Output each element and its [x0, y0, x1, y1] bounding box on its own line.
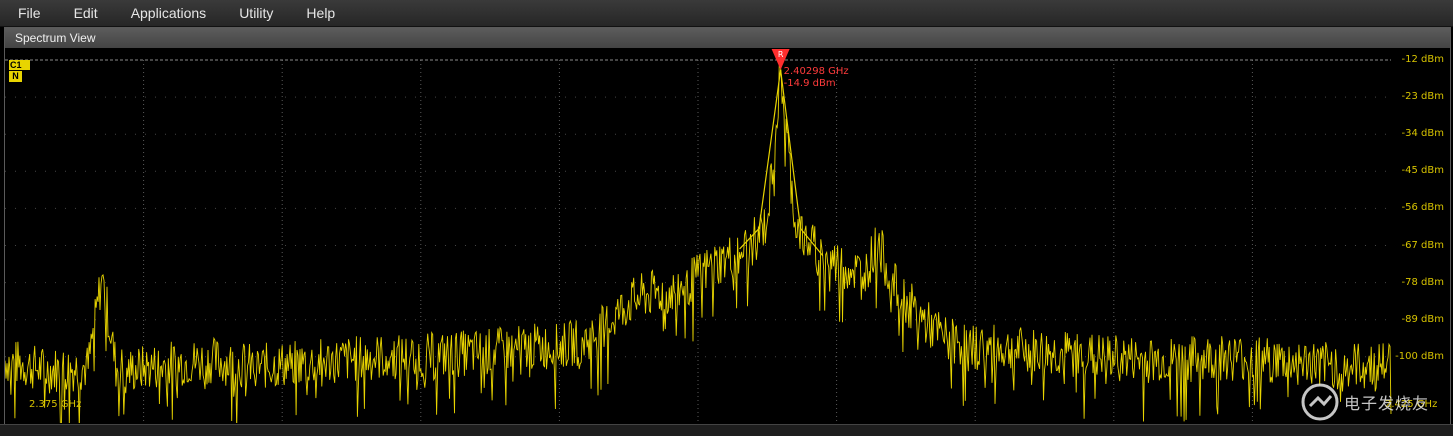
- x-start-label: 2.375 GHz: [29, 399, 82, 410]
- marker-symbol: R: [778, 50, 784, 59]
- y-tick-label: -34 dBm: [1401, 128, 1444, 140]
- marker-level: -14.9 dBm: [783, 77, 836, 89]
- menu-bar: File Edit Applications Utility Help: [0, 0, 1453, 27]
- channel-badge[interactable]: C1 N: [9, 60, 31, 82]
- y-tick-label: -67 dBm: [1401, 239, 1444, 251]
- channel-mode: N: [9, 71, 22, 82]
- y-tick-label: -12 dBm: [1401, 54, 1444, 65]
- menu-utility[interactable]: Utility: [221, 0, 273, 26]
- y-tick-label: -56 dBm: [1401, 202, 1444, 214]
- bottom-scrollbar[interactable]: [0, 424, 1453, 436]
- spectrum-svg[interactable]: R: [5, 49, 1450, 423]
- peak-trace: [739, 69, 824, 256]
- menu-help[interactable]: Help: [288, 0, 335, 26]
- menu-applications[interactable]: Applications: [113, 0, 207, 26]
- y-tick-label: -45 dBm: [1401, 165, 1444, 177]
- menu-edit[interactable]: Edit: [56, 0, 98, 26]
- panel-title: Spectrum View: [5, 28, 1450, 48]
- menu-file[interactable]: File: [0, 0, 41, 26]
- marker-frequency: 2.40298 GHz: [783, 65, 849, 77]
- y-tick-label: -89 dBm: [1401, 313, 1444, 325]
- y-tick-label: -78 dBm: [1401, 276, 1444, 288]
- watermark-logo: 电子发烧友: [1300, 380, 1450, 424]
- y-tick-label: -100 dBm: [1395, 350, 1444, 362]
- spectrum-view-panel: Spectrum View R C1 N -12 dBm -23 dBm -34 d…: [4, 27, 1451, 433]
- y-tick-label: -23 dBm: [1401, 91, 1444, 103]
- marker-readout: 2.40298 GHz -14.9 dBm: [784, 66, 849, 90]
- channel-label: C1: [9, 60, 30, 70]
- spectrum-plot[interactable]: R C1 N -12 dBm -23 dBm -34 dBm -45 dBm -56 d…: [5, 49, 1450, 423]
- watermark-icon: [1301, 383, 1339, 421]
- watermark-text: 电子发烧友: [1344, 394, 1430, 413]
